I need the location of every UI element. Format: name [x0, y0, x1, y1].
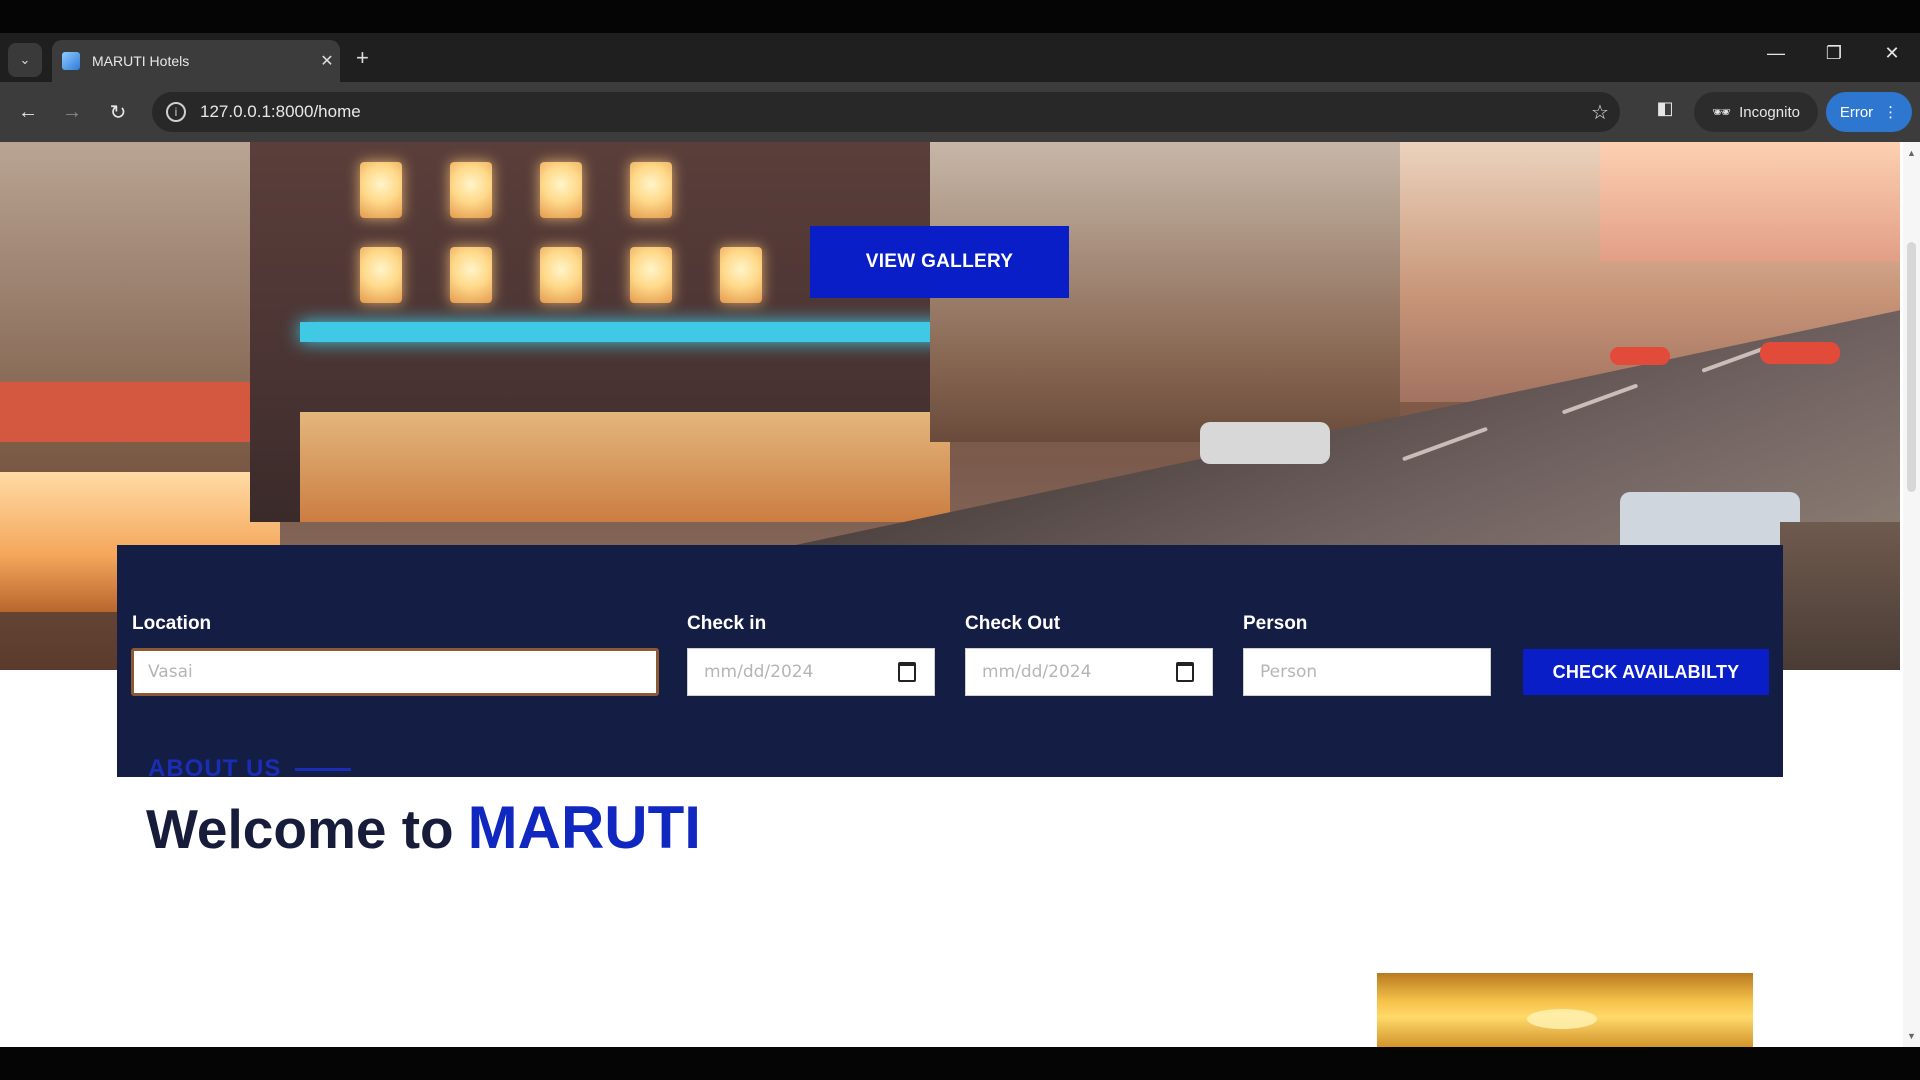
person-input[interactable]: Person	[1243, 648, 1491, 696]
close-window-button[interactable]: ✕	[1872, 43, 1912, 64]
page-scrollbar[interactable]: ▲ ▼	[1903, 142, 1920, 1047]
browser-tab-strip: ⌄ MARUTI Hotels ✕ + — ❐ ✕	[0, 33, 1920, 82]
site-info-icon[interactable]: i	[166, 102, 186, 122]
tab-search-button[interactable]: ⌄	[8, 43, 42, 77]
view-gallery-button[interactable]: VIEW GALLERY	[810, 226, 1069, 298]
calendar-icon[interactable]	[1176, 662, 1194, 682]
car	[1200, 422, 1330, 464]
hotel-window	[450, 247, 492, 303]
checkin-label: Check in	[687, 613, 767, 634]
profile-error-button[interactable]: Error ⋮	[1826, 92, 1912, 132]
car	[1760, 342, 1840, 364]
bookmark-star-icon[interactable]: ☆	[1580, 100, 1620, 125]
neon-sign-strip	[300, 322, 950, 342]
calendar-icon[interactable]	[898, 662, 916, 682]
checkin-placeholder: mm/dd/2024	[704, 662, 814, 682]
welcome-prefix: Welcome to	[146, 798, 454, 860]
minimize-button[interactable]: —	[1756, 43, 1796, 64]
scrollbar-thumb[interactable]	[1907, 242, 1916, 492]
hotel-window	[360, 247, 402, 303]
hotel-window	[360, 162, 402, 218]
hotel-window	[450, 162, 492, 218]
side-panel-icon[interactable]: ◧	[1652, 98, 1678, 124]
page-viewport: VIEW GALLERY Location Vasai Check in mm/…	[0, 142, 1920, 1047]
site-favicon-icon	[62, 52, 80, 70]
forward-arrow-icon[interactable]: →	[56, 96, 88, 128]
error-label: Error	[1839, 103, 1874, 121]
sunlit-building	[1600, 142, 1900, 262]
check-availability-button[interactable]: CHECK AVAILABILTY	[1523, 649, 1769, 695]
browser-tab-active[interactable]: MARUTI Hotels ✕	[52, 40, 340, 82]
tab-close-icon[interactable]: ✕	[314, 51, 340, 71]
checkin-date-input[interactable]: mm/dd/2024	[687, 648, 935, 696]
welcome-heading: Welcome to MARUTI	[146, 793, 701, 862]
location-input[interactable]: Vasai	[131, 648, 659, 696]
hotel-window	[540, 162, 582, 218]
hotel-lobby	[300, 412, 950, 522]
kebab-menu-icon: ⋮	[1883, 104, 1899, 121]
reload-icon[interactable]: ↻	[102, 96, 134, 128]
scroll-up-icon[interactable]: ▲	[1907, 148, 1916, 158]
hotel-window	[630, 247, 672, 303]
person-label: Person	[1243, 613, 1308, 634]
hotel-window	[540, 247, 582, 303]
scroll-down-icon[interactable]: ▼	[1907, 1031, 1916, 1041]
browser-toolbar: ← → ↻ i 127.0.0.1:8000/home ☆ ◧ 🕶 Incogn…	[0, 82, 1920, 142]
hotel-window	[630, 162, 672, 218]
checkout-date-input[interactable]: mm/dd/2024	[965, 648, 1213, 696]
about-hotel-image	[1377, 973, 1753, 1047]
new-tab-button[interactable]: +	[356, 45, 369, 71]
restore-button[interactable]: ❐	[1814, 43, 1854, 64]
kicker-divider	[295, 767, 352, 771]
tab-title: MARUTI Hotels	[92, 53, 190, 69]
hotel-window	[720, 247, 762, 303]
brand-name: MARUTI	[467, 794, 701, 861]
incognito-indicator[interactable]: 🕶 Incognito	[1694, 92, 1818, 132]
car	[1610, 347, 1670, 365]
location-label: Location	[132, 613, 212, 634]
booking-form: Location Vasai Check in mm/dd/2024 Check…	[117, 545, 1783, 777]
back-arrow-icon[interactable]: ←	[12, 96, 44, 128]
screen-bottom-border	[0, 1047, 1920, 1080]
screen-top-border	[0, 0, 1920, 33]
checkout-placeholder: mm/dd/2024	[982, 662, 1092, 682]
incognito-icon: 🕶	[1712, 104, 1732, 121]
about-us-kicker: ABOUT US	[148, 755, 352, 783]
url-text[interactable]: 127.0.0.1:8000/home	[200, 102, 1580, 122]
about-us-label: ABOUT US	[148, 755, 282, 782]
incognito-label: Incognito	[1739, 103, 1800, 121]
checkout-label: Check Out	[965, 613, 1061, 634]
right-trees	[1780, 522, 1900, 670]
address-bar[interactable]: i 127.0.0.1:8000/home ☆	[152, 92, 1620, 132]
